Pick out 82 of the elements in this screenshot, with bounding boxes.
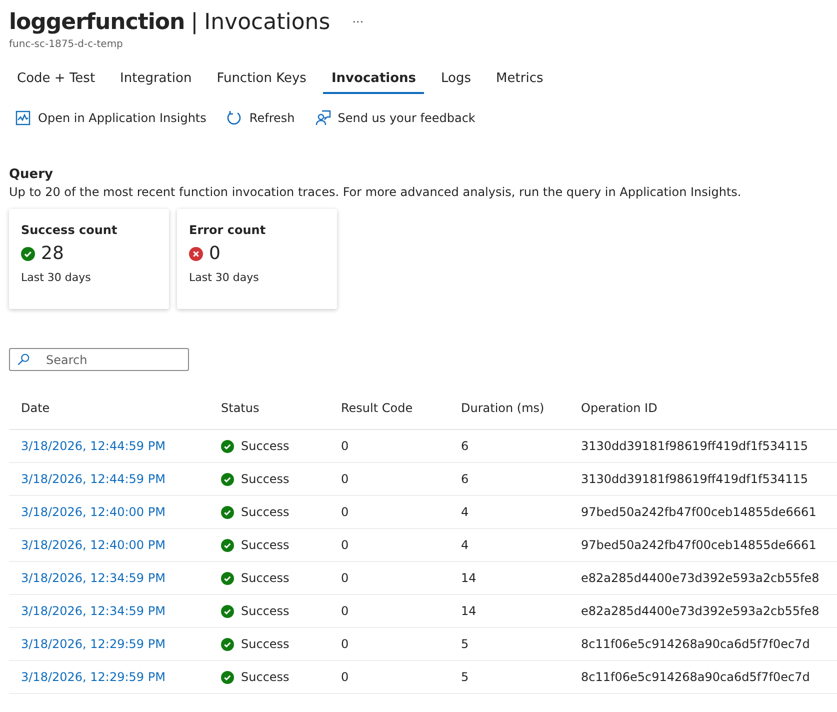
status-text: Success [241,472,290,486]
column-header: Duration (ms) [449,389,569,430]
table-cell: 14 [449,562,569,594]
check-circle-icon [221,472,234,486]
status-text: Success [241,571,290,585]
table-cell: 97bed50a242fb47f00ceb14855de6661 [569,528,837,562]
section-description: Up to 20 of the most recent function invocation traces. For more advanced analysis, run the query in Application Insights. [9,185,742,199]
check-circle-icon [221,538,234,552]
table-cell: e82a285d4400e73d392e593a2cb55fe8 [569,594,837,628]
check-circle-icon [221,506,234,518]
table-cell: 5 [449,628,569,660]
count-value: 28 [41,243,64,264]
date-link[interactable]: 3/18/2026, 12:29:59 PM [21,670,166,684]
table-cell: 6 [449,430,569,462]
table-cell: 3130dd39181f98619ff419df1f534115 [569,430,837,462]
table-cell: 3130dd39181f98619ff419df1f534115 [569,462,837,496]
column-header: Result Code [329,389,449,430]
toolbar-button[interactable]: Send us your feedback [308,108,482,128]
column-header: Operation ID [569,389,837,430]
search-icon [17,353,30,366]
check-circle-icon [221,440,234,452]
table-cell: 0 [329,462,449,496]
resource-name: func-sc-1875-d-c-temp [9,39,124,50]
table-cell: 97bed50a242fb47f00ceb14855de6661 [569,496,837,528]
date-link[interactable]: 3/18/2026, 12:40:00 PM [21,538,166,552]
date-link[interactable]: 3/18/2026, 12:29:59 PM [21,637,166,651]
status-text: Success [241,604,290,618]
table-cell: 6 [449,462,569,496]
status-text: Success [241,439,290,453]
person-speech-icon [314,110,331,126]
table-cell: 8c11f06e5c914268a90ca6d5f7f0ec7d [569,660,837,694]
title-separator: | [190,10,198,34]
more-button[interactable]: ··· [352,15,364,29]
card-title: Error count [189,223,267,237]
refresh-icon [226,110,242,126]
table-cell: 4 [449,496,569,528]
chart-icon [15,110,31,126]
status-text: Success [241,505,290,519]
tab[interactable]: Logs [433,66,480,94]
status-text: Success [241,670,290,684]
column-header: Status [209,389,329,430]
table-cell: 5 [449,660,569,694]
status-text: Success [241,538,290,552]
table-cell: 0 [329,562,449,594]
error-circle-icon [189,246,203,260]
check-circle-icon [221,638,234,650]
column-header: Date [9,389,209,430]
table-cell: 0 [329,594,449,628]
table-cell: 0 [329,528,449,562]
card-title: Success count [21,223,118,237]
table-cell: 0 [329,430,449,462]
tab[interactable]: Metrics [488,66,552,94]
page-title: loggerfunction [9,10,185,34]
tab[interactable]: Integration [112,66,200,94]
date-link[interactable]: 3/18/2026, 12:40:00 PM [21,505,166,519]
count-value: 0 [209,243,220,264]
check-circle-icon [221,670,234,684]
search-field[interactable]: Search [9,348,189,371]
table-cell: 14 [449,594,569,628]
check-circle-icon [221,572,234,584]
tab[interactable]: Code + Test [9,66,104,94]
period-label: Last 30 days [21,271,92,284]
table-cell: e82a285d4400e73d392e593a2cb55fe8 [569,562,837,594]
toolbar-button[interactable]: Open in Application Insights [9,108,212,128]
toolbar-button[interactable]: Refresh [220,108,301,128]
section-title: Invocations [204,10,330,34]
check-circle-icon [221,604,234,618]
date-link[interactable]: 3/18/2026, 12:34:59 PM [21,604,166,618]
status-text: Success [241,637,290,651]
date-link[interactable]: 3/18/2026, 12:44:59 PM [21,472,166,486]
period-label: Last 30 days [189,271,260,284]
tab[interactable]: Invocations [323,66,424,94]
table-cell: 0 [329,660,449,694]
table-cell: 4 [449,528,569,562]
section-heading: Query [9,167,54,182]
table-cell: 0 [329,496,449,528]
date-link[interactable]: 3/18/2026, 12:44:59 PM [21,439,166,453]
check-circle-icon [21,246,35,260]
table-cell: 0 [329,628,449,660]
tab[interactable]: Function Keys [208,66,314,94]
table-cell: 8c11f06e5c914268a90ca6d5f7f0ec7d [569,628,837,660]
date-link[interactable]: 3/18/2026, 12:34:59 PM [21,571,166,585]
